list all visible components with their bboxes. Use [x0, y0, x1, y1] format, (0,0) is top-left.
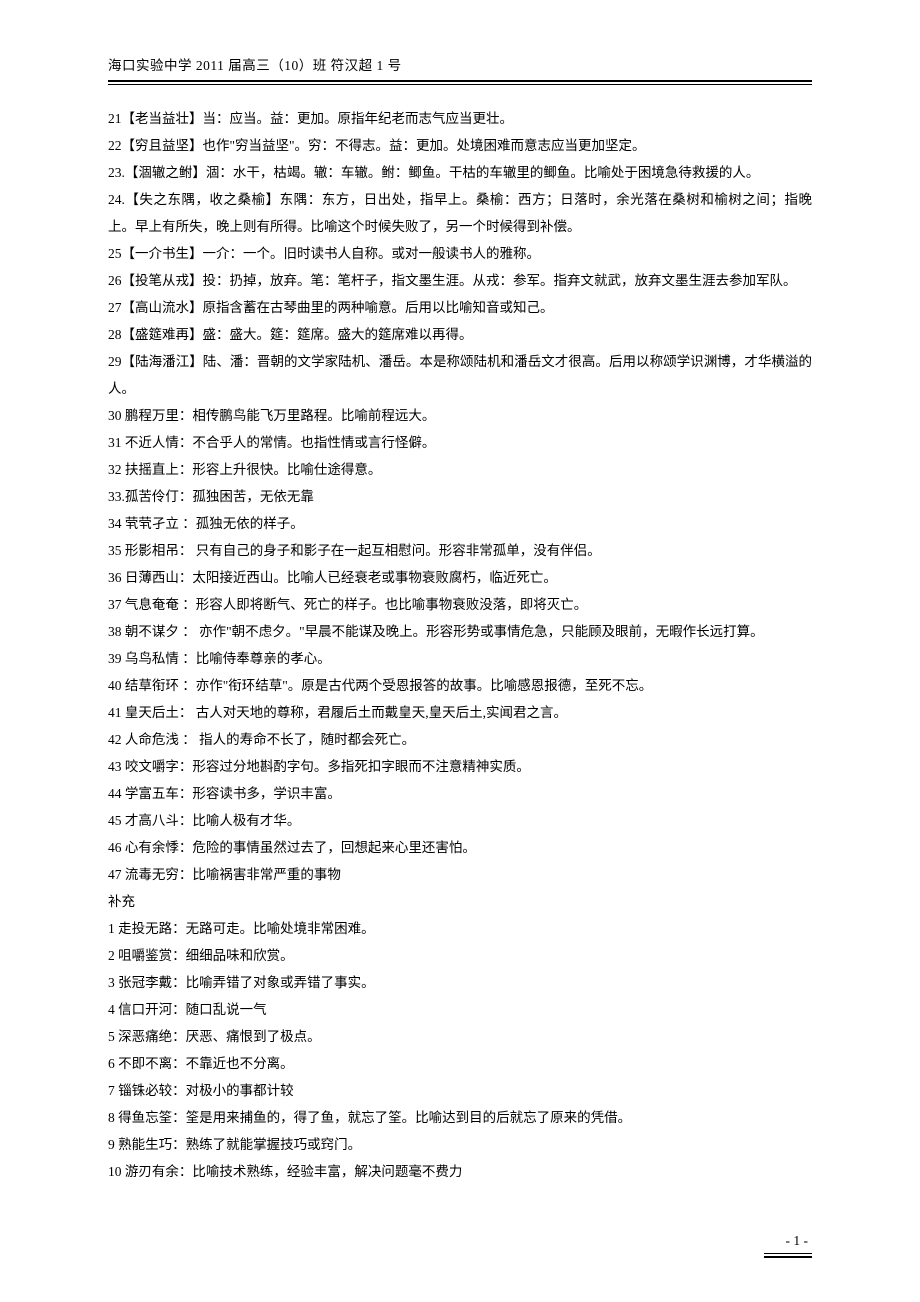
idiom-entry: 46 心有余悸：危险的事情虽然过去了，回想起来心里还害怕。 — [108, 834, 812, 861]
idiom-entry: 34 茕茕孑立 ：孤独无依的样子。 — [108, 510, 812, 537]
idiom-entry: 41 皇天后土： 古人对天地的尊称，君履后土而戴皇天,皇天后土,实闻君之言。 — [108, 699, 812, 726]
supplement-entry: 3 张冠李戴：比喻弄错了对象或弄错了事实。 — [108, 969, 812, 996]
idiom-entry: 29【陆海潘江】陆、潘：晋朝的文学家陆机、潘岳。本是称颂陆机和潘岳文才很高。后用… — [108, 348, 812, 402]
footer-divider — [764, 1253, 812, 1258]
idiom-entry: 38 朝不谋夕 ： 亦作"朝不虑夕。"早晨不能谋及晚上。形容形势或事情危急，只能… — [108, 618, 812, 645]
entries-list: 21【老当益壮】当：应当。益：更加。原指年纪老而志气应当更壮。22【穷且益坚】也… — [108, 105, 812, 888]
idiom-entry: 25【一介书生】一介：一个。旧时读书人自称。或对一般读书人的雅称。 — [108, 240, 812, 267]
header-text: 海口实验中学 2011 届高三（10）班 符汉超 1 号 — [108, 54, 812, 74]
idiom-entry: 22【穷且益坚】也作"穷当益坚"。穷：不得志。益：更加。处境困难而意志应当更加坚… — [108, 132, 812, 159]
page-header: 海口实验中学 2011 届高三（10）班 符汉超 1 号 — [108, 54, 812, 85]
supplement-entry: 6 不即不离：不靠近也不分离。 — [108, 1050, 812, 1077]
idiom-entry: 24.【失之东隅，收之桑榆】东隅：东方，日出处，指早上。桑榆：西方；日落时，余光… — [108, 186, 812, 240]
idiom-entry: 37 气息奄奄 ：形容人即将断气、死亡的样子。也比喻事物衰败没落，即将灭亡。 — [108, 591, 812, 618]
supplement-entry: 8 得鱼忘筌：筌是用来捕鱼的，得了鱼，就忘了筌。比喻达到目的后就忘了原来的凭借。 — [108, 1104, 812, 1131]
idiom-entry: 36 日薄西山：太阳接近西山。比喻人已经衰老或事物衰败腐朽，临近死亡。 — [108, 564, 812, 591]
idiom-entry: 28【盛筵难再】盛：盛大。筵：筵席。盛大的筵席难以再得。 — [108, 321, 812, 348]
idiom-entry: 21【老当益壮】当：应当。益：更加。原指年纪老而志气应当更壮。 — [108, 105, 812, 132]
idiom-entry: 47 流毒无穷：比喻祸害非常严重的事物 — [108, 861, 812, 888]
supplement-entry: 1 走投无路：无路可走。比喻处境非常困难。 — [108, 915, 812, 942]
idiom-entry: 35 形影相吊： 只有自己的身子和影子在一起互相慰问。形容非常孤单，没有伴侣。 — [108, 537, 812, 564]
document-page: 海口实验中学 2011 届高三（10）班 符汉超 1 号 21【老当益壮】当：应… — [0, 0, 920, 1302]
supplement-entry: 5 深恶痛绝：厌恶、痛恨到了极点。 — [108, 1023, 812, 1050]
supplement-label: 补充 — [108, 888, 812, 915]
header-divider — [108, 80, 812, 85]
page-footer: - 1 - — [764, 1233, 812, 1258]
idiom-entry: 31 不近人情：不合乎人的常情。也指性情或言行怪僻。 — [108, 429, 812, 456]
idiom-entry: 32 扶摇直上：形容上升很快。比喻仕途得意。 — [108, 456, 812, 483]
idiom-entry: 42 人命危浅 ： 指人的寿命不长了，随时都会死亡。 — [108, 726, 812, 753]
idiom-entry: 43 咬文嚼字：形容过分地斟酌字句。多指死扣字眼而不注意精神实质。 — [108, 753, 812, 780]
idiom-entry: 23.【涸辙之鲋】涸：水干，枯竭。辙：车辙。鲋：鲫鱼。干枯的车辙里的鲫鱼。比喻处… — [108, 159, 812, 186]
idiom-entry: 26【投笔从戎】投：扔掉，放弃。笔：笔杆子，指文墨生涯。从戎：参军。指弃文就武，… — [108, 267, 812, 294]
idiom-entry: 39 乌鸟私情 ：比喻侍奉尊亲的孝心。 — [108, 645, 812, 672]
supplement-entry: 7 锱铢必较：对极小的事都计较 — [108, 1077, 812, 1104]
supplement-entry: 10 游刃有余：比喻技术熟练，经验丰富，解决问题毫不费力 — [108, 1158, 812, 1185]
supplement-entry: 4 信口开河：随口乱说一气 — [108, 996, 812, 1023]
idiom-entry: 40 结草衔环 ：亦作"衔环结草"。原是古代两个受恩报答的故事。比喻感恩报德，至… — [108, 672, 812, 699]
idiom-entry: 27【高山流水】原指含蓄在古琴曲里的两种喻意。后用以比喻知音或知己。 — [108, 294, 812, 321]
page-number: - 1 - — [764, 1233, 812, 1249]
idiom-entry: 30 鹏程万里：相传鹏鸟能飞万里路程。比喻前程远大。 — [108, 402, 812, 429]
supplement-entry: 9 熟能生巧：熟练了就能掌握技巧或窍门。 — [108, 1131, 812, 1158]
supplement-entry: 2 咀嚼鉴赏：细细品味和欣赏。 — [108, 942, 812, 969]
idiom-entry: 45 才高八斗：比喻人极有才华。 — [108, 807, 812, 834]
document-body: 21【老当益壮】当：应当。益：更加。原指年纪老而志气应当更壮。22【穷且益坚】也… — [108, 105, 812, 1185]
idiom-entry: 33.孤苦伶仃：孤独困苦，无依无靠 — [108, 483, 812, 510]
supplement-list: 1 走投无路：无路可走。比喻处境非常困难。2 咀嚼鉴赏：细细品味和欣赏。3 张冠… — [108, 915, 812, 1185]
idiom-entry: 44 学富五车：形容读书多，学识丰富。 — [108, 780, 812, 807]
